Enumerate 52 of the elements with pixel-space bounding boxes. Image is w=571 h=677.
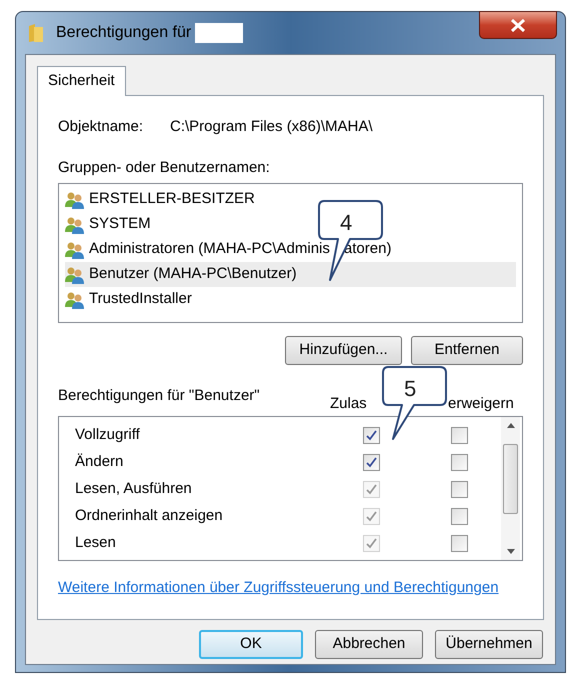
checkbox[interactable] [451, 454, 468, 471]
permission-name: Lesen [74, 533, 117, 554]
dialog-button[interactable]: Abbrechen [315, 630, 423, 659]
dialog-button[interactable]: Entfernen [411, 336, 523, 365]
check-icon [366, 457, 377, 468]
check-icon [366, 484, 377, 495]
scroll-up-icon [506, 423, 514, 428]
checkbox[interactable] [451, 481, 468, 498]
checkbox[interactable] [363, 427, 380, 444]
object-path: C:\Program Files (x86)\MAHA\ [170, 117, 373, 137]
column-header: erweigern [448, 394, 514, 414]
window-title: Berechtigungen für [56, 23, 192, 43]
group-list-item[interactable]: TrustedInstaller [65, 287, 192, 312]
scrollbar[interactable] [501, 417, 520, 560]
checkbox[interactable] [451, 535, 468, 552]
dialog-button[interactable]: OK [199, 630, 303, 659]
groups-label: Gruppen- oder Benutzernamen: [58, 158, 271, 178]
object-label: Objektname: [58, 117, 144, 137]
checkbox[interactable] [363, 454, 380, 471]
close-button[interactable] [479, 11, 557, 39]
check-icon [366, 538, 377, 549]
group-list-item[interactable]: Benutzer (MAHA-PC\Benutzer) [65, 262, 516, 287]
group-list-item[interactable]: ERSTELLER-BESITZER [65, 187, 255, 212]
close-icon [510, 18, 526, 32]
users-icon [65, 190, 85, 208]
users-icon [65, 290, 85, 308]
tab[interactable]: Sicherheit [37, 66, 126, 96]
callout-number: 4 [340, 209, 352, 237]
group-name-end: atoren) [344, 239, 392, 260]
scroll-thumb[interactable] [503, 444, 518, 514]
checkbox[interactable] [451, 427, 468, 444]
scroll-down-icon [506, 549, 514, 554]
users-icon [65, 266, 85, 284]
group-list-item[interactable]: SYSTEM [65, 212, 151, 237]
users-icon [65, 240, 85, 258]
blank-label [195, 23, 244, 43]
folder-icon [28, 23, 44, 43]
dialog-button[interactable]: Übernehmen [435, 630, 543, 659]
permission-name: Ordnerinhalt anzeigen [74, 506, 224, 526]
group-list-item[interactable]: Administratoren (MAHA-PC\Adminis atoren) [65, 237, 392, 262]
checkbox[interactable] [451, 508, 468, 525]
callout-number: 5 [404, 375, 416, 403]
permission-name: Ändern [74, 452, 124, 472]
check-icon [366, 430, 377, 441]
help-link[interactable]: Weitere Informationen über Zugriffssteuerung und Berechtigungen [58, 579, 499, 596]
dialog-button[interactable]: Hinzufügen... [285, 336, 402, 365]
permission-name: Vollzugriff [74, 425, 141, 446]
check-icon [366, 511, 377, 522]
permissions-label: Berechtigungen für "Benutzer" [58, 386, 261, 406]
users-icon [65, 216, 85, 234]
permission-name: Lesen, Ausführen [74, 479, 193, 500]
column-header: Zulas [330, 394, 368, 414]
